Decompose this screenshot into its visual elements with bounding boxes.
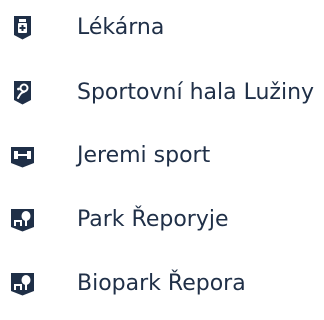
- sports-hall-icon: [10, 80, 35, 105]
- list-item-biopark-repora[interactable]: Biopark Řepora: [0, 262, 324, 312]
- list-item-jeremi-sport[interactable]: Jeremi sport: [0, 134, 324, 184]
- fitness-dumbbell-icon: [10, 143, 35, 168]
- place-name: Park Řeporyje: [77, 207, 229, 232]
- places-list: Lékárna Sportovní hala Lužiny Jeremi spo…: [0, 0, 324, 320]
- list-item-park-reporyje[interactable]: Park Řeporyje: [0, 198, 324, 248]
- list-item-pharmacy[interactable]: Lékárna: [0, 6, 324, 56]
- place-name: Jeremi sport: [77, 143, 211, 168]
- list-item-sports-hall[interactable]: Sportovní hala Lužiny: [0, 71, 324, 121]
- place-name: Sportovní hala Lužiny: [77, 80, 315, 105]
- place-name: Biopark Řepora: [77, 271, 246, 296]
- pharmacy-icon: [10, 15, 35, 40]
- park-icon: [10, 271, 35, 296]
- park-icon: [10, 207, 35, 232]
- place-name: Lékárna: [77, 15, 165, 40]
